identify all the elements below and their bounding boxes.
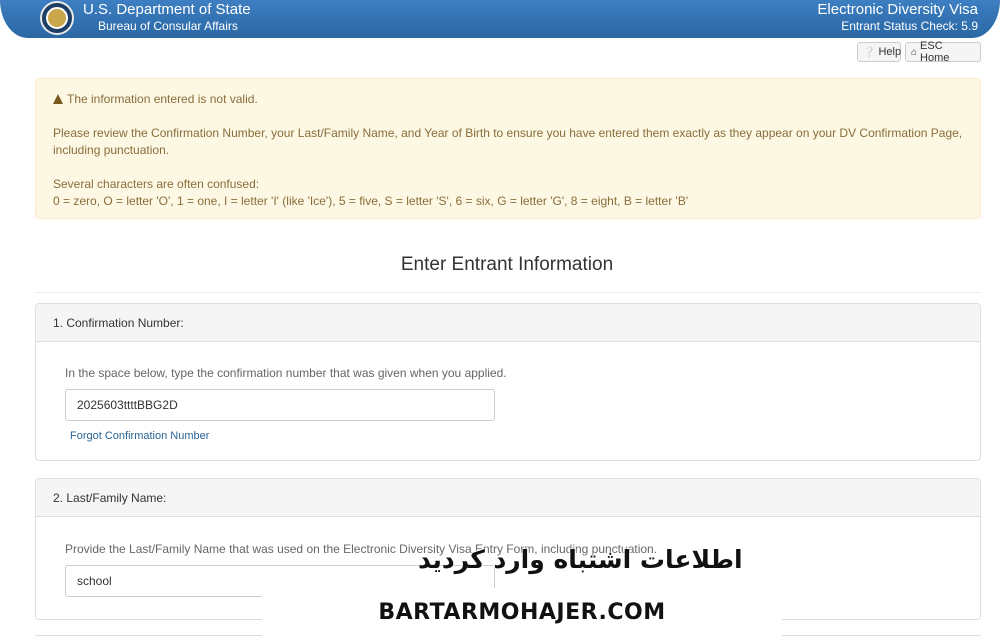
panel-heading: 2. Last/Family Name: (36, 479, 980, 517)
confused-characters-list: 0 = zero, O = letter 'O', 1 = one, I = l… (53, 194, 689, 208)
home-icon: ⌂ (911, 46, 918, 58)
confused-characters-title: Several characters are often confused: (53, 177, 260, 191)
divider (35, 292, 981, 293)
warning-icon (53, 94, 63, 104)
help-button[interactable]: ❔ Help (857, 42, 901, 62)
department-seal-icon (40, 1, 74, 35)
app-title: Electronic Diversity Visa (817, 1, 978, 18)
question-circle-icon: ❔ (863, 46, 876, 58)
confirmation-number-input[interactable]: 2025603ttttBBG2D (65, 389, 495, 421)
error-alert: The information entered is not valid. Pl… (35, 78, 981, 219)
confirmation-number-panel: 1. Confirmation Number: In the space bel… (35, 303, 981, 461)
confirmation-number-instructions: In the space below, type the confirmatio… (65, 366, 507, 380)
esc-home-button[interactable]: ⌂ ESC Home (905, 40, 981, 64)
esc-home-button-label: ESC Home (920, 40, 950, 64)
bureau-name: Bureau of Consular Affairs (98, 19, 238, 33)
help-button-label: Help (878, 46, 902, 58)
department-name: U.S. Department of State (83, 1, 251, 18)
forgot-confirmation-number-link[interactable]: Forgot Confirmation Number (70, 430, 209, 442)
panel-heading: 1. Confirmation Number: (36, 304, 980, 342)
alert-title-row: The information entered is not valid. (53, 92, 258, 106)
alert-title: The information entered is not valid. (67, 92, 258, 106)
site-header: U.S. Department of State Bureau of Consu… (0, 0, 1000, 38)
app-subtitle: Entrant Status Check: 5.9 (841, 19, 978, 33)
alert-message-continued: including punctuation. (53, 143, 170, 157)
alert-message: Please review the Confirmation Number, y… (53, 126, 963, 140)
watermark-caption: اطلاعات اشتباه وارد کردید (418, 545, 743, 574)
page-title: Enter Entrant Information (400, 254, 614, 275)
watermark-site: BARTARMOHAJER.COM (378, 600, 666, 625)
